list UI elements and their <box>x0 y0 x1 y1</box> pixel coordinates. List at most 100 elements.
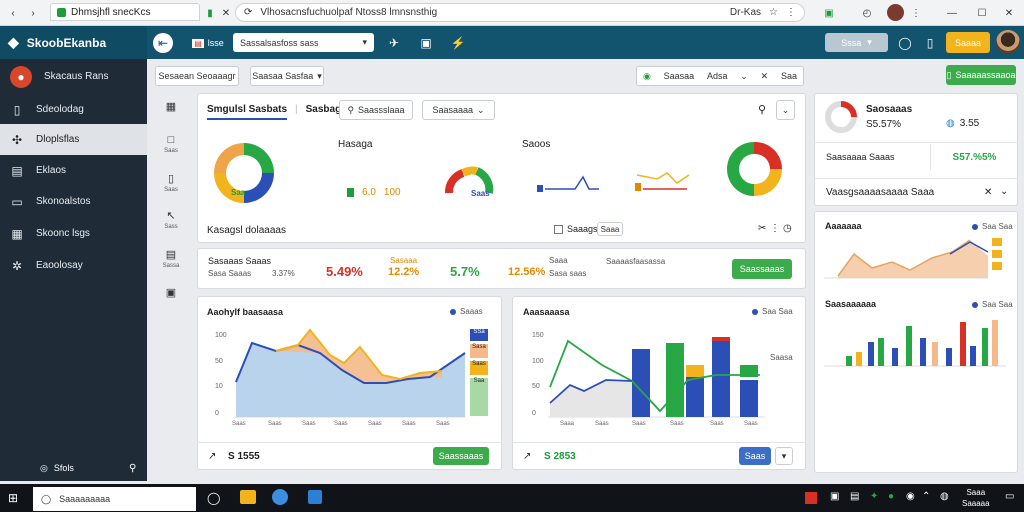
filter-button-1[interactable]: ⚲ Saassslaaa <box>339 100 413 120</box>
bell-icon[interactable]: ▯ <box>922 35 938 51</box>
browser-icon[interactable] <box>272 489 288 505</box>
sidebar-footer[interactable]: ◎ Sfols <box>40 463 74 474</box>
clock-icon[interactable]: ◷ <box>783 223 792 234</box>
tab-overview[interactable]: Smgulsl Sasbats <box>207 104 288 120</box>
metrics-button[interactable]: Saassaaas <box>732 259 792 279</box>
taskbar-search[interactable]: ◯ Saaaaaaaaa <box>33 487 196 511</box>
combo-footer-button[interactable]: Saas <box>739 447 771 465</box>
megaphone-icon[interactable]: ✈ <box>386 35 402 51</box>
profile-icon[interactable] <box>887 4 904 21</box>
brand[interactable]: ◆ SkoobEkanba <box>0 26 147 59</box>
sidebar-item-6[interactable]: ✲ Eaoolosay <box>0 250 147 281</box>
combo-dropdown[interactable]: ▾ <box>775 447 793 465</box>
bolt-icon[interactable]: ⚡ <box>450 35 466 51</box>
brand-name: SkoobEkanba <box>26 35 107 50</box>
extension-icon[interactable]: ▣ <box>822 5 836 21</box>
tab-title: Dhmsjhfl snecKcs <box>71 6 151 18</box>
sidebar-item-2[interactable]: ✣ Dloplsflas <box>0 124 147 155</box>
header-select[interactable]: Sassalsasfoss sass ▾ <box>233 33 374 52</box>
star-icon[interactable]: ☆ <box>769 7 778 18</box>
user-dropdown[interactable]: Sssa ▾ <box>825 33 888 52</box>
folder-icon[interactable] <box>240 490 256 504</box>
tray-icon-5[interactable]: ● <box>888 491 894 502</box>
x-tick-0: Saas <box>232 421 246 427</box>
upgrade-button[interactable]: Saaaa <box>946 32 990 53</box>
tray-icon-3[interactable]: ▤ <box>850 491 859 502</box>
collapse-button[interactable]: ⌄ <box>776 100 795 120</box>
bars-chart-legend: Saa Saa <box>972 300 1013 309</box>
minimize-icon[interactable]: — <box>945 5 959 21</box>
sidebar-item-4[interactable]: ▭ Skonoalstos <box>0 186 147 217</box>
sidebar-item-3[interactable]: ▤ Eklaos <box>0 155 147 186</box>
close-icon[interactable]: ✕ <box>984 187 992 198</box>
sidebar-footer-label: Sfols <box>53 463 74 473</box>
refresh-icon[interactable]: ⟳ <box>244 7 252 18</box>
bars-legend-label: Saa Saa <box>982 300 1013 309</box>
tray-icon-7[interactable]: ⌃ <box>922 491 930 502</box>
view-button[interactable]: Sesaean Seoaaagr <box>155 66 239 86</box>
address-bar[interactable]: ⟳ Vlhosacnsfuchuolpaf Ntoss8 lmnsnsthig … <box>235 3 805 22</box>
metric-4-value: 5.7% <box>450 264 480 279</box>
rail-item-label: Sass <box>164 224 178 230</box>
small-button[interactable]: Saaa <box>597 222 623 236</box>
forward-icon[interactable]: › <box>26 5 40 21</box>
close-icon: ✕ <box>760 70 769 81</box>
maximize-icon[interactable]: ☐ <box>975 5 989 21</box>
avatar[interactable] <box>996 30 1020 54</box>
back-icon[interactable]: ‹ <box>6 5 20 21</box>
tray-icon-1[interactable] <box>805 492 817 504</box>
browser-tab[interactable]: Dhmsjhfl snecKcs <box>50 3 200 21</box>
close-tab-icon[interactable]: ✕ <box>220 5 232 21</box>
expand-icon[interactable]: ↗ <box>208 451 216 462</box>
tools-icon[interactable]: ✂ <box>758 223 766 234</box>
metric-1-title: Sasaaas Saaas <box>208 256 272 266</box>
inbox-icon[interactable]: ▣ <box>418 35 434 51</box>
gauge-arc-red <box>445 169 465 194</box>
taskbar-clock[interactable]: Saaa Saaaaa <box>962 487 990 509</box>
search-icon[interactable]: ⚲ <box>129 463 136 474</box>
tray-icon-4[interactable]: ✦ <box>870 491 878 502</box>
header-tab[interactable]: ▤ lsse <box>190 35 226 51</box>
toggle-icon[interactable]: ⇤ <box>153 33 173 53</box>
app-icon[interactable] <box>308 490 322 504</box>
close-window-icon[interactable]: ✕ <box>1002 5 1016 21</box>
filter-button-2[interactable]: Saasaaaa ⌄ <box>422 100 495 120</box>
rail-item-label: Saas <box>164 148 178 154</box>
combo-legend-label: Saa Saa <box>762 307 793 316</box>
clock-icon[interactable]: ◴ <box>860 5 874 21</box>
menu-icon[interactable]: ⋮ <box>786 7 796 18</box>
favicon-icon <box>57 7 66 17</box>
side-legend-1: Sasa <box>470 344 488 358</box>
search-icon[interactable]: ⚲ <box>758 103 766 116</box>
tray-icon-2[interactable]: ▣ <box>830 491 839 502</box>
activity-footer-button[interactable]: Saassaaas <box>433 447 489 465</box>
power-icon[interactable]: ◯ <box>897 35 913 51</box>
rail-item-5[interactable]: ▣ <box>153 286 189 320</box>
rail-item-1[interactable]: □ Saas <box>153 134 189 168</box>
search-input[interactable]: ◉ Saasaa Adsa ⌄ ✕ Saa <box>636 66 804 86</box>
rail-item-2[interactable]: ▯ Saas <box>153 172 189 206</box>
x-tick-1: Saas <box>595 421 609 427</box>
form-icon: ▣ <box>165 287 177 299</box>
side-legend-3: Saa <box>470 378 488 416</box>
sidebar-item-1[interactable]: ▯ Sdeolodag <box>0 94 147 125</box>
rail-item-4[interactable]: ▤ Sassa <box>153 248 189 282</box>
filter-dropdown[interactable]: Saasaa Sasfaa ▾ <box>250 66 324 86</box>
chevron-down-icon[interactable]: ⌄ <box>1000 186 1008 197</box>
list-icon: ▤ <box>165 249 177 261</box>
more-icon[interactable]: ⋮ <box>770 223 780 234</box>
sidebar-item-5[interactable]: ▦ Skoonc lsgs <box>0 218 147 249</box>
notifications-icon[interactable]: ▭ <box>1005 491 1014 502</box>
rail-item-3[interactable]: ↖ Sass <box>153 209 189 243</box>
primary-action-button[interactable]: ▯ Saaaaassaaoa <box>946 65 1016 85</box>
task-view-icon[interactable]: ◯ <box>207 491 220 505</box>
tray-icon-6[interactable]: ◉ <box>906 491 915 502</box>
sidebar-item-0[interactable]: ● Skacaus Rans <box>0 61 147 92</box>
checkbox[interactable]: Saaagsa <box>554 224 603 234</box>
expand-icon[interactable]: ↗ <box>523 451 531 462</box>
bar-blue-2 <box>686 377 704 417</box>
kebab-menu-icon[interactable]: ⋮ <box>909 5 923 21</box>
rail-item-0[interactable]: ▦ <box>153 100 189 134</box>
tray-icon-8[interactable]: ◍ <box>940 491 949 502</box>
windows-icon[interactable]: ⊞ <box>8 491 18 505</box>
